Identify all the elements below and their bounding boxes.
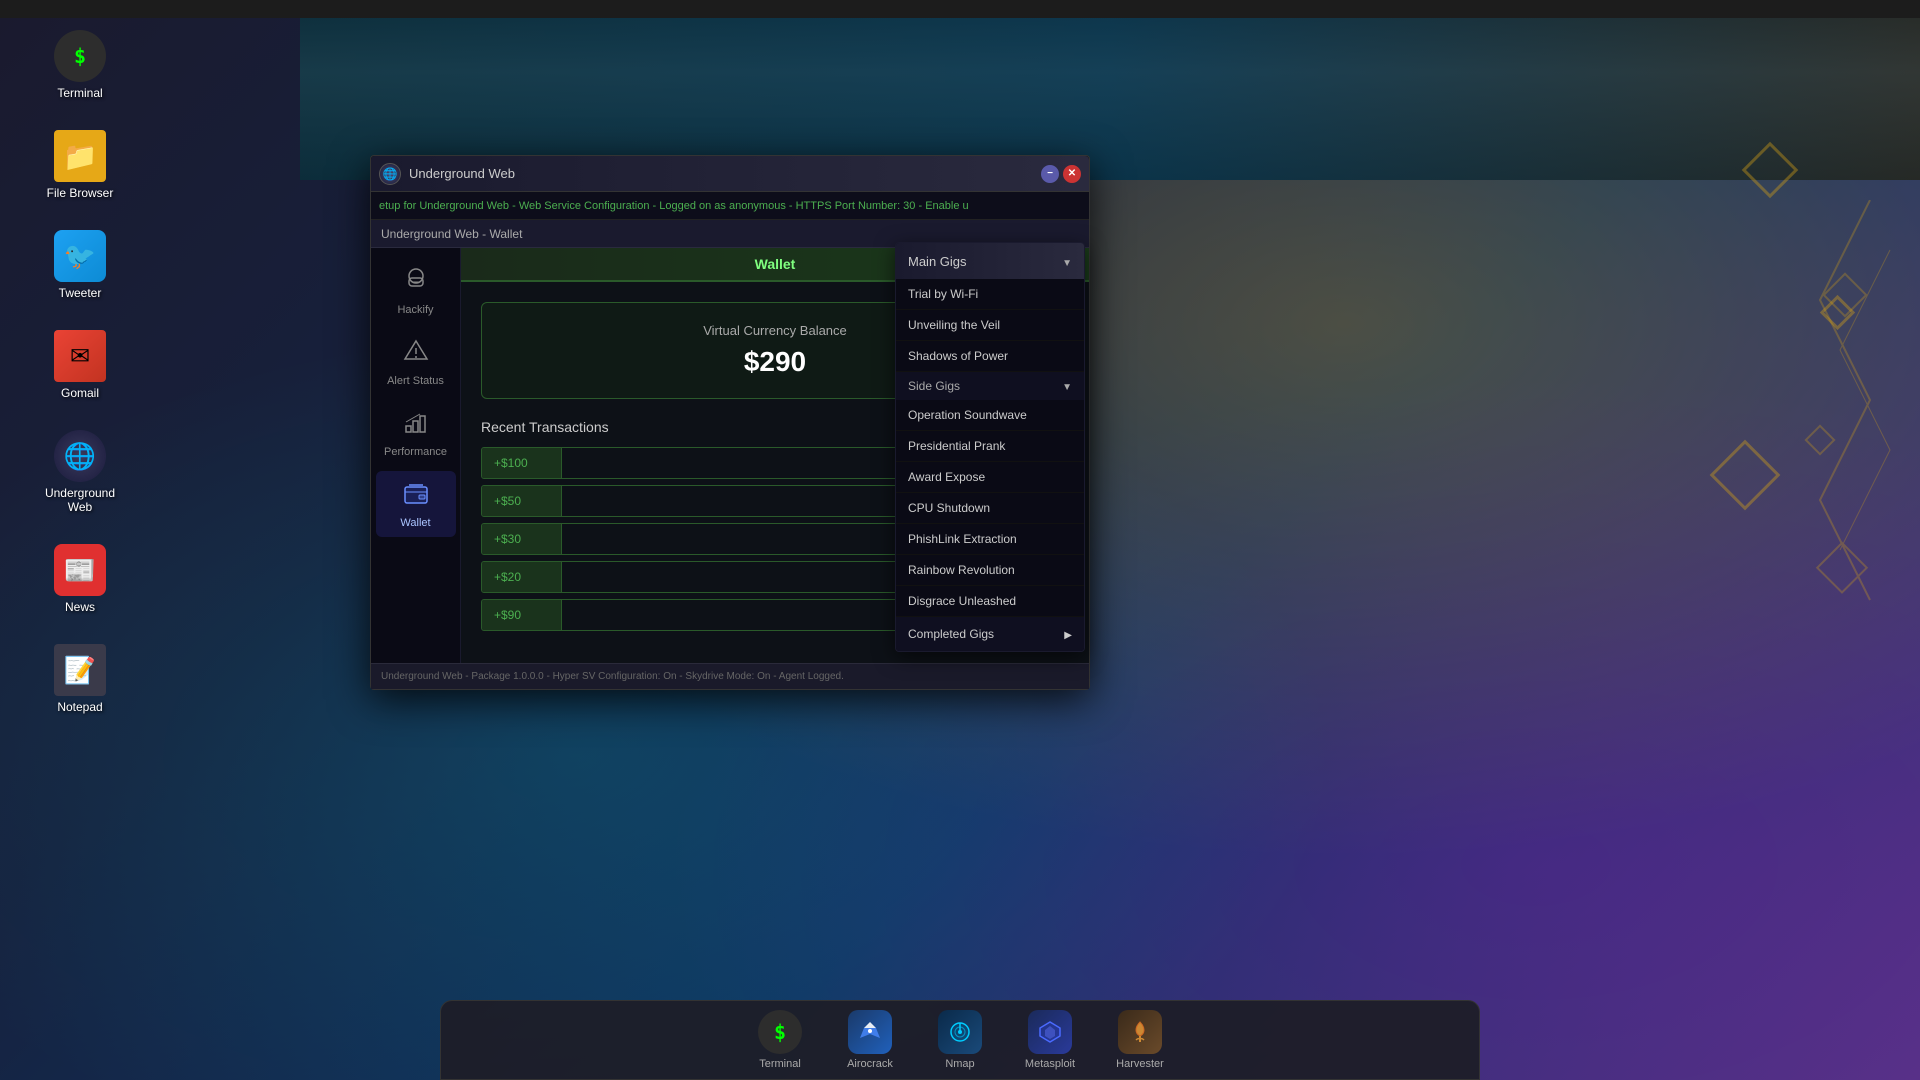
gigs-header-arrow-icon (1062, 253, 1072, 269)
gig-item-unveiling-veil[interactable]: Unveiling the Veil (896, 310, 1084, 341)
notepad-icon: 📝 (54, 644, 106, 696)
desktop-icons-container: $ Terminal 📁 File Browser 🐦 Tweeter ✉ Go… (40, 30, 120, 714)
tx-amount: +$50 (482, 486, 562, 516)
news-icon: 📰 (54, 544, 106, 596)
terminal-label: Terminal (57, 86, 102, 100)
completed-gigs-arrow-icon (1064, 627, 1072, 641)
nav-item-hackify[interactable]: Hackify (376, 258, 456, 324)
gigs-header-title: Main Gigs (908, 254, 967, 269)
desktop-icon-underground-web[interactable]: 🌐 Underground Web (40, 430, 120, 514)
content-header-title: Wallet (755, 256, 796, 272)
gomail-label: Gomail (61, 386, 99, 400)
side-gigs-arrow-icon (1062, 379, 1072, 393)
completed-gigs-row[interactable]: Completed Gigs (896, 617, 1084, 651)
tx-amount: +$30 (482, 524, 562, 554)
window-titlebar: 🌐 Underground Web − ✕ (371, 156, 1089, 192)
gig-item-presidential-prank[interactable]: Presidential Prank (896, 431, 1084, 462)
side-gigs-list: Operation SoundwavePresidential PrankAwa… (896, 400, 1084, 617)
gig-item-trial-wifi[interactable]: Trial by Wi-Fi (896, 279, 1084, 310)
desktop-icon-file-browser[interactable]: 📁 File Browser (40, 130, 120, 200)
performance-nav-label: Performance (384, 446, 447, 458)
window-controls: − ✕ (1041, 165, 1081, 183)
gigs-panel: Main Gigs Trial by Wi-FiUnveiling the Ve… (895, 242, 1085, 652)
gig-item-rainbow-revolution[interactable]: Rainbow Revolution (896, 555, 1084, 586)
alert-status-nav-label: Alert Status (387, 375, 444, 387)
harvester-taskbar-icon (1118, 1010, 1162, 1054)
tx-amount: +$100 (482, 448, 562, 478)
gig-item-phishlink[interactable]: PhishLink Extraction (896, 524, 1084, 555)
notepad-label: Notepad (57, 700, 102, 714)
side-gigs-title: Side Gigs (908, 379, 960, 393)
nav-item-wallet[interactable]: Wallet (376, 471, 456, 537)
terminal-taskbar-label: Terminal (759, 1058, 801, 1070)
file-browser-label: File Browser (47, 186, 114, 200)
urlbar-text: etup for Underground Web - Web Service C… (379, 200, 969, 212)
terminal-icon: $ (54, 30, 106, 82)
tweeter-label: Tweeter (59, 286, 102, 300)
statusbar-text: Underground Web - Package 1.0.0.0 - Hype… (381, 671, 844, 682)
window-title: Underground Web (409, 166, 1033, 181)
desktop-icon-tweeter[interactable]: 🐦 Tweeter (40, 230, 120, 300)
desktop-icon-news[interactable]: 📰 News (40, 544, 120, 614)
gig-item-award-expose[interactable]: Award Expose (896, 462, 1084, 493)
window-minimize-button[interactable]: − (1041, 165, 1059, 183)
window-nav: Hackify Alert Status (371, 248, 461, 663)
taskbar-item-nmap[interactable]: Nmap (925, 1010, 995, 1070)
gig-item-operation-soundwave[interactable]: Operation Soundwave (896, 400, 1084, 431)
wallet-nav-label: Wallet (400, 517, 430, 529)
desktop-icon-terminal[interactable]: $ Terminal (40, 30, 120, 100)
taskbar-top (0, 0, 1920, 18)
gig-item-disgrace-unleashed[interactable]: Disgrace Unleashed (896, 586, 1084, 617)
taskbar-item-terminal[interactable]: $ Terminal (745, 1010, 815, 1070)
nav-item-alert-status[interactable]: Alert Status (376, 329, 456, 395)
underground-web-icon: 🌐 (54, 430, 106, 482)
desktop-icon-gomail[interactable]: ✉ Gomail (40, 330, 120, 400)
underground-web-label: Underground Web (40, 486, 120, 514)
taskbar-item-harvester[interactable]: Harvester (1105, 1010, 1175, 1070)
news-label: News (65, 600, 95, 614)
gig-item-shadows-power[interactable]: Shadows of Power (896, 341, 1084, 372)
window-close-button[interactable]: ✕ (1063, 165, 1081, 183)
window-urlbar: etup for Underground Web - Web Service C… (371, 192, 1089, 220)
desktop-icon-notepad[interactable]: 📝 Notepad (40, 644, 120, 714)
completed-gigs-label: Completed Gigs (908, 627, 994, 641)
taskbar-item-airocrack[interactable]: Airocrack (835, 1010, 905, 1070)
nmap-taskbar-label: Nmap (945, 1058, 974, 1070)
wallet-nav-icon (402, 479, 430, 513)
side-gigs-header[interactable]: Side Gigs (896, 372, 1084, 400)
tx-amount: +$90 (482, 600, 562, 630)
metasploit-taskbar-label: Metasploit (1025, 1058, 1075, 1070)
tx-amount: +$20 (482, 562, 562, 592)
hackify-nav-label: Hackify (397, 304, 433, 316)
tweeter-icon: 🐦 (54, 230, 106, 282)
bottom-taskbar: $ Terminal Airocrack Nmap Metasploit Har… (440, 1000, 1480, 1080)
hackify-nav-icon (402, 266, 430, 300)
geo-lines-decoration (1670, 200, 1920, 700)
harvester-taskbar-label: Harvester (1116, 1058, 1164, 1070)
main-gigs-list: Trial by Wi-FiUnveiling the VeilShadows … (896, 279, 1084, 372)
airocrack-taskbar-label: Airocrack (847, 1058, 893, 1070)
window-icon: 🌐 (379, 163, 401, 185)
nav-item-performance[interactable]: Performance (376, 400, 456, 466)
gomail-icon: ✉ (54, 330, 106, 382)
airocrack-taskbar-icon (848, 1010, 892, 1054)
metasploit-taskbar-icon (1028, 1010, 1072, 1054)
window-statusbar: Underground Web - Package 1.0.0.0 - Hype… (371, 663, 1089, 689)
section-title: Underground Web - Wallet (381, 227, 522, 241)
performance-nav-icon (402, 408, 430, 442)
terminal-taskbar-icon: $ (758, 1010, 802, 1054)
file-browser-icon: 📁 (54, 130, 106, 182)
nmap-taskbar-icon (938, 1010, 982, 1054)
alert-status-nav-icon (402, 337, 430, 371)
taskbar-item-metasploit[interactable]: Metasploit (1015, 1010, 1085, 1070)
gig-item-cpu-shutdown[interactable]: CPU Shutdown (896, 493, 1084, 524)
gigs-header[interactable]: Main Gigs (896, 243, 1084, 279)
